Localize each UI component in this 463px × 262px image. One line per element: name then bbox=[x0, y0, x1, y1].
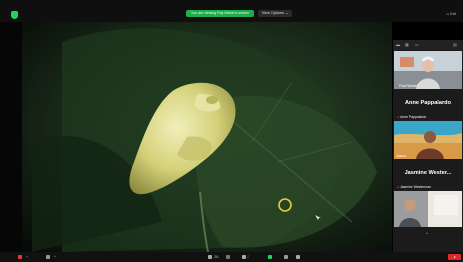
polls-icon[interactable] bbox=[226, 255, 230, 259]
participant-name: Jason bbox=[396, 154, 406, 158]
audio-options-caret[interactable]: ^ bbox=[26, 254, 28, 260]
minimize-icon[interactable]: ▬ bbox=[396, 43, 400, 47]
participants-gallery: ▬ ▦ ▭ ▤ ●Paul Weber Anne Pappalardo ●Ann… bbox=[393, 40, 463, 252]
security-shield-icon[interactable] bbox=[11, 11, 18, 19]
participant-name-text: Anne Pappalardo bbox=[400, 115, 427, 119]
participant-display-name: Anne Pappalardo bbox=[404, 100, 451, 106]
participants-icon[interactable] bbox=[208, 255, 212, 259]
shared-frog-photo bbox=[22, 22, 392, 252]
end-label: ● bbox=[453, 255, 456, 259]
screen-share-banner: You are viewing Pay Weber's screen bbox=[186, 10, 254, 17]
collapse-icon[interactable]: ▤ bbox=[453, 43, 457, 47]
meeting-toolbar: ^ ^ 26 2 ● bbox=[0, 252, 463, 262]
speaker-view-icon[interactable]: ▭ bbox=[415, 43, 419, 47]
participant-tile-name[interactable]: Anne Pappalardo ●Anne Pappalardo bbox=[394, 90, 462, 120]
participant-name-text: Jasmine Westerman bbox=[400, 185, 431, 189]
zoom-window: You are viewing Pay Weber's screen View … bbox=[0, 0, 463, 262]
mic-muted-icon: ● bbox=[397, 185, 400, 189]
mic-muted-icon[interactable] bbox=[18, 255, 22, 259]
scroll-down-icon[interactable]: ⌄ bbox=[425, 230, 429, 236]
participant-tile-video[interactable] bbox=[394, 191, 462, 227]
share-screen-icon[interactable] bbox=[268, 255, 272, 259]
participant-name: ●Paul Weber bbox=[396, 84, 418, 88]
top-bar: You are viewing Pay Weber's screen View … bbox=[0, 0, 463, 22]
gallery-header: ▬ ▦ ▭ ▤ bbox=[393, 40, 463, 50]
participant-name: ●Anne Pappalardo bbox=[397, 115, 426, 119]
chat-icon[interactable] bbox=[242, 255, 246, 259]
view-options-button[interactable]: View Options ⌄ bbox=[258, 10, 292, 17]
participant-name-text: Jason bbox=[396, 154, 406, 158]
exit-fullscreen-button[interactable]: ▭ Exit bbox=[446, 12, 458, 17]
end-meeting-button[interactable]: ● bbox=[448, 254, 461, 260]
video-camera-icon[interactable] bbox=[46, 255, 50, 259]
gallery-view-icon[interactable]: ▦ bbox=[405, 43, 409, 47]
participant-video bbox=[394, 191, 462, 227]
shared-screen bbox=[22, 22, 392, 252]
chat-badge: 2 bbox=[247, 254, 250, 259]
mic-muted-icon: ● bbox=[397, 115, 400, 119]
participant-name: ●Jasmine Westerman bbox=[397, 185, 431, 189]
participants-count: 26 bbox=[214, 254, 219, 259]
participant-tile-name[interactable]: Jasmine Wester... ●Jasmine Westerman bbox=[394, 160, 462, 190]
participant-name-text: Paul Weber bbox=[399, 84, 418, 88]
record-icon[interactable] bbox=[284, 255, 288, 259]
participant-display-name: Jasmine Wester... bbox=[404, 170, 452, 176]
participant-tile-video[interactable]: ●Paul Weber bbox=[394, 51, 462, 89]
reactions-icon[interactable] bbox=[296, 255, 300, 259]
participant-tile-video[interactable]: Jason bbox=[394, 121, 462, 159]
left-margin bbox=[0, 22, 22, 252]
mic-muted-icon: ● bbox=[396, 84, 399, 88]
video-options-caret[interactable]: ^ bbox=[54, 254, 56, 260]
